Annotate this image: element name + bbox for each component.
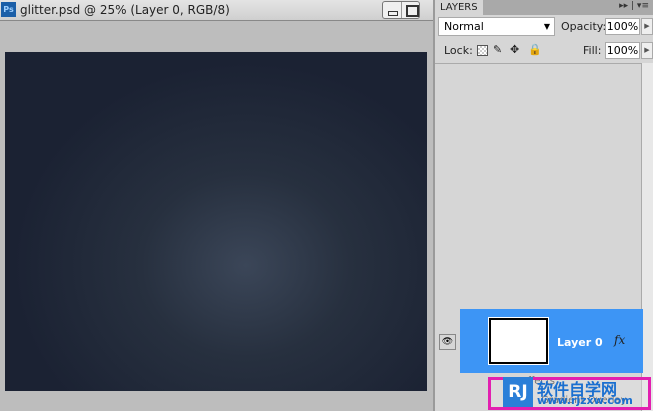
panel-menu-icon[interactable]: ▸▸ | ▾≡	[619, 1, 649, 11]
tab-layers[interactable]: LAYERS	[435, 0, 483, 15]
opacity-label: Opacity:	[561, 20, 607, 33]
layer-name: Layer 0	[557, 336, 603, 349]
lock-all-icon[interactable]: 🔒	[528, 43, 542, 56]
fill-input[interactable]: 100%	[605, 42, 640, 59]
window-controls	[382, 1, 420, 19]
lock-transparency-icon[interactable]	[477, 45, 488, 56]
image-canvas[interactable]	[5, 52, 427, 391]
layer-visibility-eye-icon[interactable]: 👁	[439, 334, 456, 350]
lock-position-icon[interactable]: ✥	[510, 43, 519, 56]
document-title: glitter.psd @ 25% (Layer 0, RGB/8)	[20, 3, 230, 17]
layers-panel: LAYERS ▸▸ | ▾≡ Normal ▼ Opacity: 100% ▶ L…	[433, 0, 653, 411]
blend-mode-select[interactable]: Normal ▼	[438, 17, 555, 36]
panel-tab-bar: LAYERS ▸▸ | ▾≡	[435, 0, 653, 15]
watermark: RJ 软件自学网 www.rjzxw.com	[488, 377, 651, 410]
fx-icon[interactable]: fx	[614, 333, 625, 347]
document-window: Ps glitter.psd @ 25% (Layer 0, RGB/8)	[0, 0, 433, 411]
watermark-logo: RJ	[503, 377, 533, 407]
photoshop-icon: Ps	[1, 2, 16, 17]
opacity-input[interactable]: 100%	[605, 18, 640, 35]
lock-brush-icon[interactable]: ✎	[493, 43, 502, 56]
minimize-button[interactable]	[383, 2, 401, 18]
fill-label: Fill:	[583, 44, 602, 57]
layer-thumbnail	[488, 317, 549, 365]
lock-label: Lock:	[444, 44, 473, 57]
blend-mode-value: Normal	[444, 20, 484, 33]
fill-slider-button[interactable]: ▶	[641, 42, 653, 59]
document-title-bar[interactable]: Ps glitter.psd @ 25% (Layer 0, RGB/8)	[0, 0, 433, 21]
layer-row[interactable]: Layer 0 fx	[460, 309, 643, 373]
maximize-button[interactable]	[401, 2, 419, 18]
opacity-slider-button[interactable]: ▶	[641, 18, 653, 35]
watermark-url: www.rjzxw.com	[537, 394, 633, 407]
chevron-down-icon: ▼	[543, 22, 550, 31]
